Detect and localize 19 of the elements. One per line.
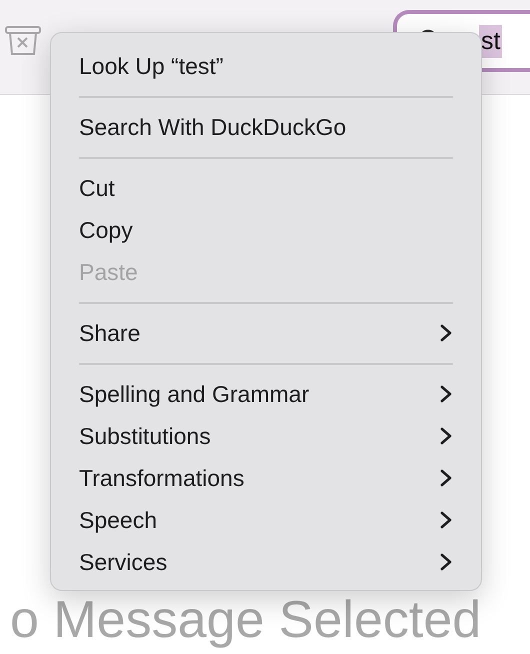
menu-item[interactable]: Share <box>51 312 481 354</box>
chevron-right-icon <box>439 468 453 488</box>
chevron-right-icon <box>439 552 453 572</box>
menu-item[interactable]: Speech <box>51 499 481 541</box>
empty-state-text: o Message Selected <box>10 593 482 648</box>
menu-item[interactable]: Transformations <box>51 457 481 499</box>
menu-item[interactable]: Services <box>51 541 481 583</box>
menu-item[interactable]: Cut <box>51 167 481 209</box>
menu-item[interactable]: Spelling and Grammar <box>51 373 481 415</box>
menu-item[interactable]: Look Up “test” <box>51 45 481 87</box>
trash-icon[interactable] <box>4 25 42 57</box>
chevron-right-icon <box>439 384 453 404</box>
menu-item[interactable]: Substitutions <box>51 415 481 457</box>
chevron-right-icon <box>439 426 453 446</box>
menu-item[interactable]: Search With DuckDuckGo <box>51 106 481 148</box>
chevron-right-icon <box>439 323 453 343</box>
search-text: st <box>479 24 502 58</box>
chevron-right-icon <box>439 510 453 530</box>
menu-item[interactable]: Copy <box>51 209 481 251</box>
